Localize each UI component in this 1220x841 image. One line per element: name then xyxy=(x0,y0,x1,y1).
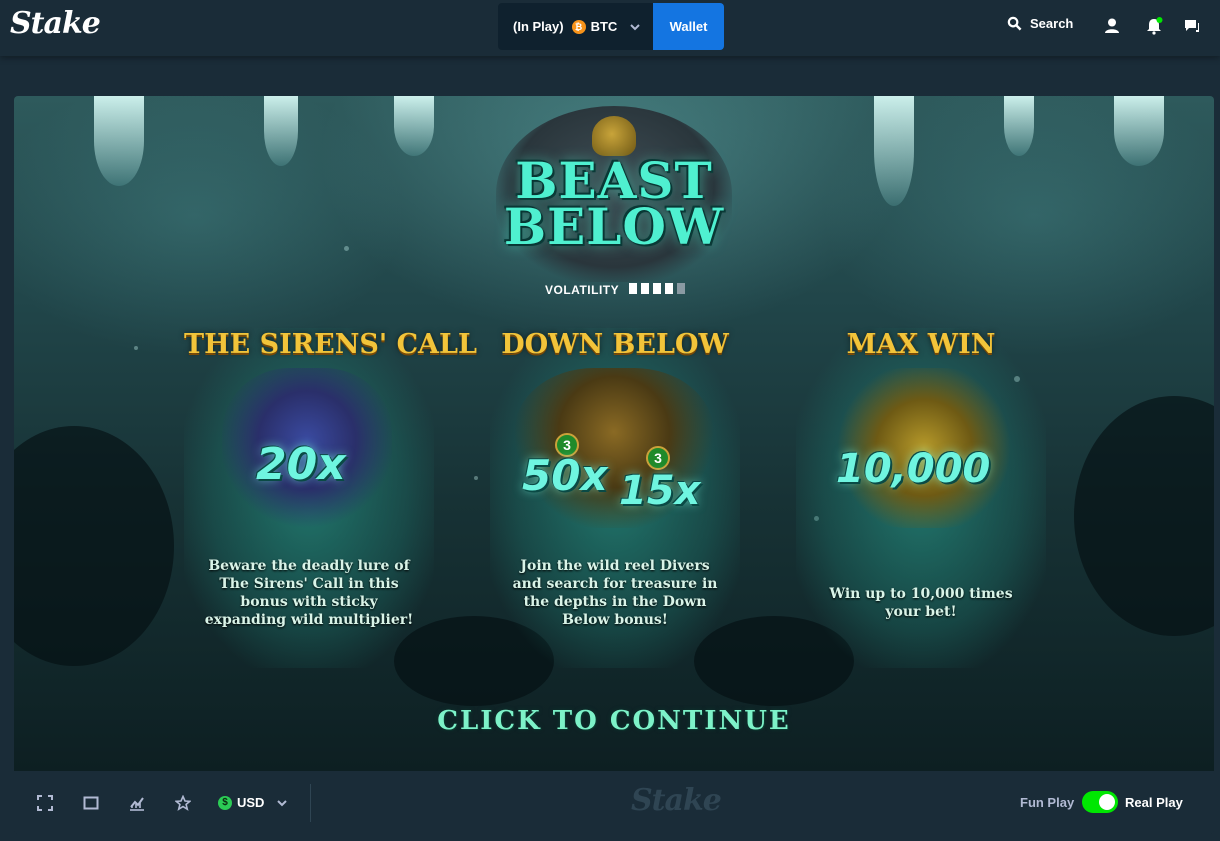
ice-drip xyxy=(264,96,298,166)
feature-desc-max-win: Win up to 10,000 times your bet! xyxy=(829,586,1013,620)
fullscreen-icon[interactable] xyxy=(37,795,53,811)
feature-desc-down-below: Join the wild reel Divers and search for… xyxy=(512,558,718,628)
feature-desc-sirens: Beware the deadly lure of The Sirens' Ca… xyxy=(204,558,414,628)
favourite-star-icon[interactable] xyxy=(175,795,191,811)
stake-footer-logo: Stake xyxy=(631,783,722,818)
feature-title-sirens: THE SIRENS' CALL xyxy=(184,329,477,360)
ice-drip xyxy=(874,96,914,206)
diver-multiplier-2: 15x xyxy=(619,468,701,514)
game-controls-bar: $ USD Stake Fun Play Real Play xyxy=(14,771,1214,834)
stats-icon[interactable] xyxy=(129,795,145,811)
bubble xyxy=(344,246,349,251)
user-icon[interactable] xyxy=(1103,17,1121,35)
chevron-down-icon xyxy=(277,799,288,806)
search-icon xyxy=(1007,16,1022,31)
click-to-continue-button[interactable]: CLICK TO CONTINUE xyxy=(414,706,814,736)
stake-logo[interactable]: Stake xyxy=(10,6,101,41)
usd-icon: $ xyxy=(218,795,232,810)
toggle-knob xyxy=(1099,794,1115,810)
chat-icon[interactable] xyxy=(1183,17,1201,35)
wallet-group: (In Play) ₿ BTC Wallet xyxy=(498,3,724,50)
theatre-mode-icon[interactable] xyxy=(83,795,99,811)
fun-play-label[interactable]: Fun Play xyxy=(1020,795,1074,810)
reel-count-badge: 3 xyxy=(646,446,670,470)
currency-selector[interactable]: $ USD xyxy=(218,795,288,810)
chevron-down-icon xyxy=(630,23,641,30)
ice-drip xyxy=(1004,96,1034,156)
feature-title-down-below: DOWN BELOW xyxy=(501,329,729,360)
volatility-bars xyxy=(628,283,689,297)
max-win-multiplier: 10,000 xyxy=(836,446,991,492)
currency-label: USD xyxy=(237,795,265,810)
feature-title-max-win: MAX WIN xyxy=(846,329,996,360)
search-button[interactable]: Search xyxy=(1007,16,1073,31)
diving-helmet-emblem xyxy=(592,116,636,156)
volatility-icon xyxy=(628,283,685,294)
bitcoin-icon: ₿ xyxy=(571,19,586,34)
sirens-multiplier: 20x xyxy=(256,439,346,490)
shadow-creature xyxy=(14,426,174,666)
diver-multiplier-1: 50x xyxy=(522,451,608,500)
balance-currency: BTC xyxy=(590,19,618,34)
bell-icon[interactable] xyxy=(1145,17,1163,35)
wallet-button[interactable]: Wallet xyxy=(653,3,724,50)
top-navigation-bar: Stake (In Play) ₿ BTC Wallet Search xyxy=(0,0,1220,56)
divider xyxy=(310,784,311,822)
ice-drip xyxy=(394,96,434,156)
game-title: BEAST BELOW xyxy=(503,151,725,256)
volatility-label: VOLATILITY xyxy=(545,283,619,297)
search-label: Search xyxy=(1030,16,1074,31)
balance-inplay-text: (In Play) xyxy=(513,19,564,34)
bubble xyxy=(474,476,478,480)
game-frame[interactable]: BEAST BELOW VOLATILITY THE SIRENS' CALL … xyxy=(14,96,1214,771)
ice-drip xyxy=(94,96,144,186)
shadow-creature xyxy=(1074,396,1214,636)
play-mode-toggle[interactable] xyxy=(1082,791,1118,813)
bubble xyxy=(134,346,138,350)
ice-drip xyxy=(1114,96,1164,166)
volatility-rating: VOLATILITY xyxy=(545,283,689,297)
balance-currency-selector[interactable]: (In Play) ₿ BTC xyxy=(498,3,653,50)
real-play-label[interactable]: Real Play xyxy=(1125,795,1183,810)
